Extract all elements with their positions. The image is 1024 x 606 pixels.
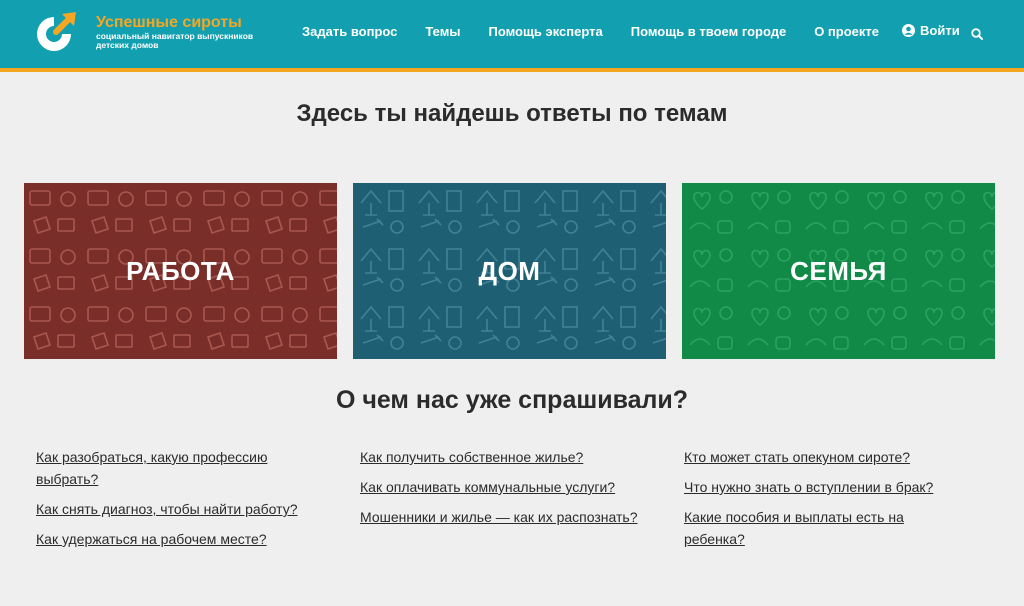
nav-city-help[interactable]: Помощь в твоем городе (631, 24, 786, 39)
faq-link[interactable]: Как получить собственное жилье? (360, 446, 670, 468)
topic-card-home[interactable]: ДОМ (353, 183, 666, 359)
topic-card-family-label: СЕМЬЯ (790, 255, 887, 286)
nav-topics[interactable]: Темы (425, 24, 460, 39)
logo-icon (34, 10, 78, 54)
site-title: Успешные сироты (96, 14, 242, 31)
topic-card-work-label: РАБОТА (126, 255, 235, 286)
nav-expert-help[interactable]: Помощь эксперта (488, 24, 602, 39)
search-icon[interactable] (971, 27, 983, 45)
faq-heading: О чем нас уже спрашивали? (335, 386, 689, 414)
faq-link[interactable]: Что нужно знать о вступлении в брак? (684, 476, 964, 498)
nav-ask-question[interactable]: Задать вопрос (302, 24, 397, 39)
faq-link[interactable]: Как снять диагноз, чтобы найти работу? (36, 498, 306, 520)
main-nav: Задать вопрос Темы Помощь эксперта Помощ… (302, 24, 907, 39)
topic-card-home-label: ДОМ (478, 255, 541, 286)
faq-link[interactable]: Какие пособия и выплаты есть на ребенка? (684, 506, 964, 550)
faq-column-family: Кто может стать опекуном сироте? Что нуж… (684, 446, 964, 558)
site-logo[interactable]: Успешные сироты социальный навигатор вып… (34, 10, 271, 54)
topics-heading: Здесь ты найдешь ответы по темам (296, 100, 728, 127)
header-accent-line (0, 68, 1024, 72)
nav-about[interactable]: О проекте (814, 24, 879, 39)
topic-card-work[interactable]: РАБОТА (24, 183, 337, 359)
site-header: Успешные сироты социальный навигатор вып… (0, 0, 1024, 68)
login-label: Войти (920, 23, 960, 38)
faq-link[interactable]: Мошенники и жилье — как их распознать? (360, 506, 670, 528)
site-subtitle: социальный навигатор выпускников детских… (96, 31, 254, 50)
faq-column-home: Как получить собственное жилье? Как опла… (360, 446, 670, 536)
login-button[interactable]: Войти (902, 23, 960, 38)
topic-card-family[interactable]: СЕМЬЯ (682, 183, 995, 359)
faq-link[interactable]: Как разобраться, какую профессию выбрать… (36, 446, 306, 490)
faq-link[interactable]: Кто может стать опекуном сироте? (684, 446, 964, 468)
faq-link[interactable]: Как оплачивать коммунальные услуги? (360, 476, 670, 498)
faq-column-work: Как разобраться, какую профессию выбрать… (36, 446, 306, 558)
faq-link[interactable]: Как удержаться на рабочем месте? (36, 528, 306, 550)
user-icon (902, 24, 915, 37)
